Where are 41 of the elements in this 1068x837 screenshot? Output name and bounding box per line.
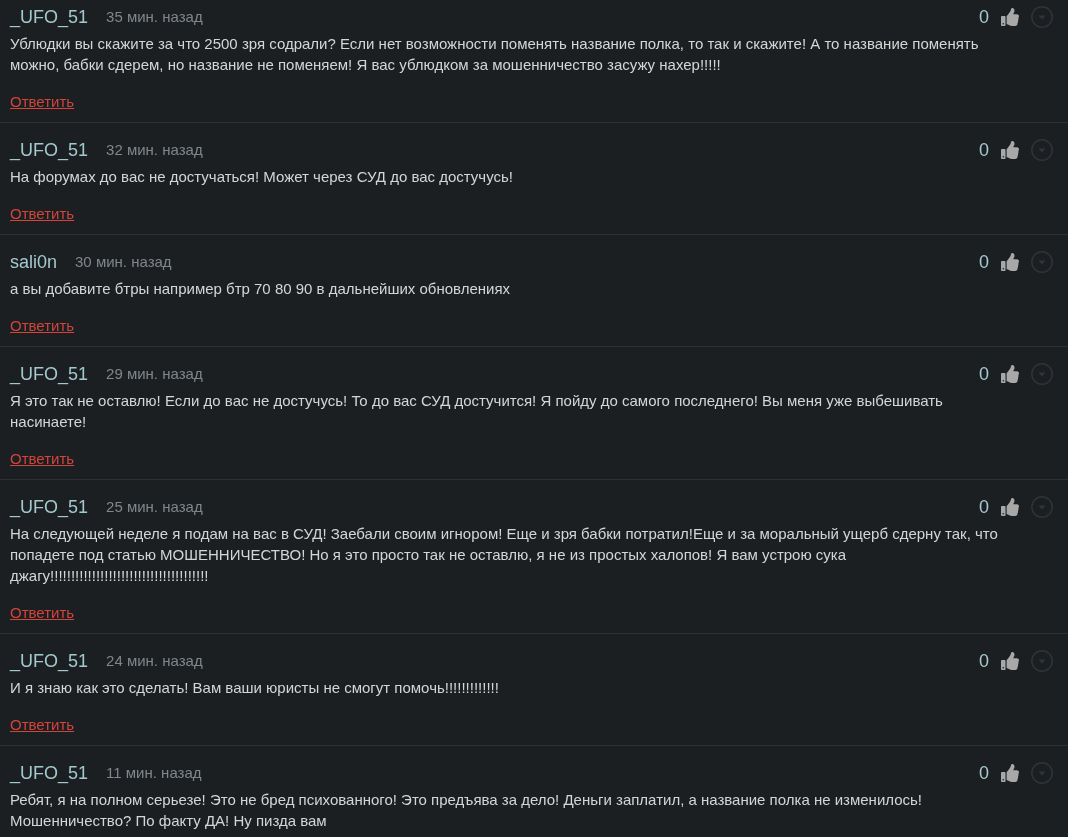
vote-count: 0: [979, 6, 989, 29]
thumbs-up-icon[interactable]: [1001, 8, 1019, 26]
username[interactable]: _UFO_51: [10, 362, 89, 386]
reply-link[interactable]: Ответить: [10, 603, 75, 623]
vote-count: 0: [979, 363, 989, 386]
thumbs-up-icon[interactable]: [1001, 141, 1019, 159]
username[interactable]: _UFO_51: [10, 761, 89, 785]
comment-time: 11 мин. назад: [106, 763, 202, 783]
comment-text: а вы добавите бтры например бтр 70 80 90 в дальнейших обновлениях: [10, 279, 512, 299]
comment-text: Я это так не оставлю! Если до вас не достучусь! То до вас СУД достучится! Я пойду до самого последнего! Вы меня уже выбешивать насинаете!: [10, 391, 944, 432]
vote-count: 0: [979, 139, 989, 162]
thumbs-up-icon[interactable]: [1001, 365, 1019, 383]
thumbs-up-icon[interactable]: [1001, 498, 1019, 516]
username[interactable]: sali0n: [10, 250, 58, 274]
thumbs-up-icon[interactable]: [1001, 764, 1019, 782]
comment-time: 32 мин. назад: [106, 140, 203, 160]
username[interactable]: _UFO_51: [10, 5, 89, 29]
comment-text: Ребят, я на полном серьезе! Это не бред психованного! Это предъява за дело! Деньги заплатил, а название полка не изменилось! Мошенничество? По факту ДА! Ну пизда вам: [10, 790, 924, 831]
comment-time: 29 мин. назад: [106, 364, 203, 384]
reply-link[interactable]: Ответить: [10, 715, 75, 735]
vote-count: 0: [979, 251, 989, 274]
reply-link[interactable]: Ответить: [10, 316, 75, 336]
reply-link[interactable]: Ответить: [10, 449, 75, 469]
comment-time: 30 мин. назад: [75, 252, 172, 272]
reply-link[interactable]: Ответить: [10, 204, 75, 224]
vote-count: 0: [979, 496, 989, 519]
comment-time: 24 мин. назад: [106, 651, 203, 671]
comment-time: 35 мин. назад: [106, 7, 203, 27]
reply-link[interactable]: Ответить: [10, 92, 75, 112]
username[interactable]: _UFO_51: [10, 138, 89, 162]
vote-count: 0: [979, 762, 989, 785]
comment-text: На следующей неделе я подам на вас в СУД! Заебали своим игнором! Еще и зря бабки потратил!Еще и за моральный ущерб сдерну так, что попадете под статью МОШЕННИЧЕСТВО! Но я это просто так не оставлю, я не из простых халопов! Я вам устрою сука джагу!!!!!!!!!!!!!!!!!!!!!!!!!!!!!!!!!!!!!!: [10, 524, 999, 586]
thumbs-up-icon[interactable]: [1001, 652, 1019, 670]
comment-text: И я знаю как это сделать! Вам ваши юристы не смогут помочь!!!!!!!!!!!!!: [10, 678, 500, 698]
comment-text: На форумах до вас не достучаться! Может через СУД до вас достучусь!: [10, 167, 514, 187]
username[interactable]: _UFO_51: [10, 649, 89, 673]
comment-time: 25 мин. назад: [106, 497, 203, 517]
comment-text: Ублюдки вы скажите за что 2500 зря содрали? Если нет возможности поменять название полка, то так и скажите! А то название поменять можно, бабки сдерем, но название не поменяем! Я вас ублюдком за мошенничество засужу нахер!!!!!: [10, 34, 980, 75]
username[interactable]: _UFO_51: [10, 495, 89, 519]
vote-count: 0: [979, 650, 989, 673]
thumbs-up-icon[interactable]: [1001, 253, 1019, 271]
